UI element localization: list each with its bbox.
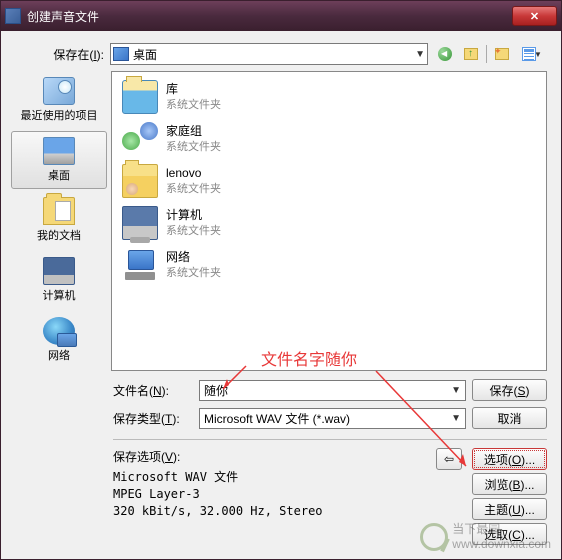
- new-folder-icon: [495, 48, 509, 60]
- list-item[interactable]: 家庭组系统文件夹: [120, 118, 538, 160]
- desktop-icon: [113, 47, 129, 61]
- library-icon: [122, 80, 158, 114]
- select-button[interactable]: 选取(C)...: [472, 523, 547, 545]
- list-item[interactable]: lenovo系统文件夹: [120, 160, 538, 202]
- place-network[interactable]: 网络: [11, 311, 107, 369]
- save-in-row: 保存在(I): 桌面 ▼ ▼: [19, 43, 547, 65]
- save-in-value: 桌面: [133, 46, 157, 63]
- window-title: 创建声音文件: [27, 8, 512, 25]
- save-options-info: 保存选项(V): Microsoft WAV 文件 MPEG Layer-3 3…: [113, 448, 430, 519]
- desktop-icon: [43, 137, 75, 165]
- new-folder-button[interactable]: [491, 43, 513, 65]
- filetype-combo[interactable]: Microsoft WAV 文件 (*.wav)▼: [199, 408, 466, 429]
- views-button[interactable]: ▼: [517, 43, 547, 65]
- bottom-panel: 文件名(N): 随你▼ 保存(S) 保存类型(T): Microsoft WAV…: [11, 379, 547, 545]
- place-recent[interactable]: 最近使用的项目: [11, 71, 107, 129]
- places-bar: 最近使用的项目 桌面 我的文档 计算机 网络: [11, 71, 107, 371]
- list-item[interactable]: 库系统文件夹: [120, 76, 538, 118]
- list-item[interactable]: 网络系统文件夹: [120, 244, 538, 286]
- chevron-down-icon: ▼: [451, 413, 461, 424]
- place-computer[interactable]: 计算机: [11, 251, 107, 309]
- close-button[interactable]: ✕: [512, 6, 557, 26]
- folder-up-icon: [464, 48, 478, 60]
- filetype-label: 保存类型(T):: [113, 410, 193, 427]
- arrow-left-icon: ⇦: [444, 452, 454, 466]
- recent-icon: [43, 77, 75, 105]
- save-in-label: 保存在(I):: [19, 46, 104, 63]
- format-line2: MPEG Layer-3: [113, 486, 430, 503]
- back-arrow-button[interactable]: ⇦: [436, 448, 462, 470]
- options-button[interactable]: 选项(O)...: [472, 448, 547, 470]
- cancel-button[interactable]: 取消: [472, 407, 547, 429]
- save-button[interactable]: 保存(S): [472, 379, 547, 401]
- toolbar: ▼: [434, 43, 547, 65]
- browse-button[interactable]: 浏览(B)...: [472, 473, 547, 495]
- user-folder-icon: [122, 164, 158, 198]
- filename-row: 文件名(N): 随你▼ 保存(S): [113, 379, 547, 401]
- list-item[interactable]: 计算机系统文件夹: [120, 202, 538, 244]
- file-list[interactable]: 库系统文件夹 家庭组系统文件夹 lenovo系统文件夹 计算机系统文件夹 网络系…: [111, 71, 547, 371]
- app-icon: [5, 8, 21, 24]
- filetype-row: 保存类型(T): Microsoft WAV 文件 (*.wav)▼ 取消: [113, 407, 547, 429]
- homegroup-icon: [122, 122, 158, 156]
- filename-input[interactable]: 随你▼: [199, 380, 466, 401]
- options-buttons: 选项(O)... 浏览(B)... 主题(U)... 选取(C)...: [472, 448, 547, 545]
- views-icon: [522, 47, 536, 61]
- computer-icon: [122, 206, 158, 240]
- documents-icon: [43, 197, 75, 225]
- place-documents[interactable]: 我的文档: [11, 191, 107, 249]
- main-row: 最近使用的项目 桌面 我的文档 计算机 网络 库系统文件夹 家庭组系统文件夹 l…: [11, 71, 547, 371]
- back-icon: [438, 47, 452, 61]
- divider: [113, 439, 547, 440]
- format-line1: Microsoft WAV 文件: [113, 469, 430, 486]
- theme-button[interactable]: 主题(U)...: [472, 498, 547, 520]
- save-dialog: 创建声音文件 ✕ 保存在(I): 桌面 ▼ ▼ 最近使用的项目 桌面 我的文: [0, 0, 562, 560]
- separator: [486, 45, 487, 63]
- save-options-label: 保存选项(V):: [113, 448, 430, 465]
- dialog-body: 保存在(I): 桌面 ▼ ▼ 最近使用的项目 桌面 我的文档 计算机 网络: [1, 31, 561, 559]
- chevron-down-icon: ▼: [451, 385, 461, 396]
- options-row: 保存选项(V): Microsoft WAV 文件 MPEG Layer-3 3…: [113, 448, 547, 545]
- place-desktop[interactable]: 桌面: [11, 131, 107, 189]
- format-line3: 320 kBit/s, 32.000 Hz, Stereo: [113, 503, 430, 520]
- back-button[interactable]: [434, 43, 456, 65]
- up-button[interactable]: [460, 43, 482, 65]
- network-icon: [122, 248, 158, 282]
- chevron-down-icon: ▼: [415, 49, 425, 60]
- computer-icon: [43, 257, 75, 285]
- titlebar: 创建声音文件 ✕: [1, 1, 561, 31]
- network-icon: [43, 317, 75, 345]
- save-in-combo[interactable]: 桌面 ▼: [110, 43, 428, 65]
- filename-label: 文件名(N):: [113, 382, 193, 399]
